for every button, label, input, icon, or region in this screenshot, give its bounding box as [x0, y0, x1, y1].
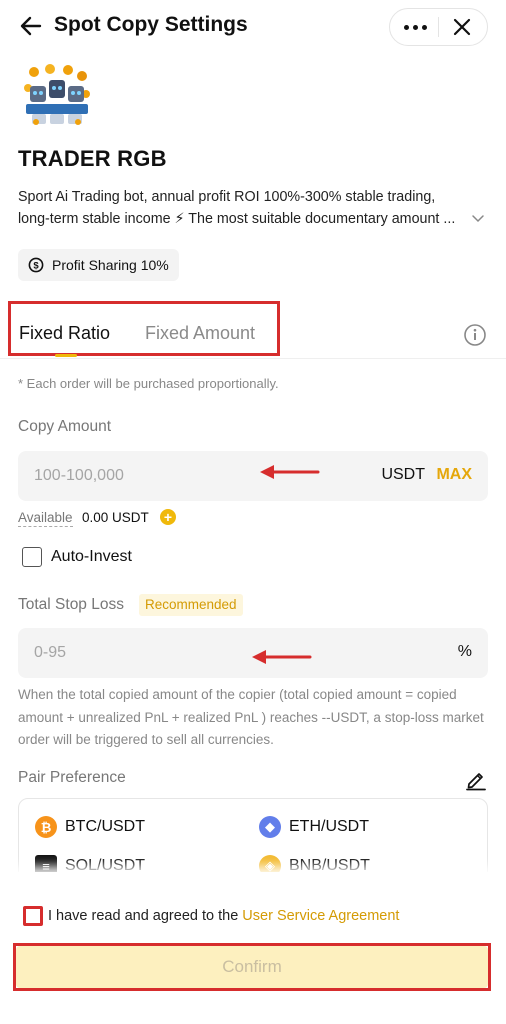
tab-fixed-amount[interactable]: Fixed Amount: [145, 323, 255, 344]
copy-amount-input[interactable]: [34, 451, 284, 501]
trader-description: Sport Ai Trading bot, annual profit ROI …: [18, 189, 456, 227]
svg-text:$: $: [33, 261, 39, 272]
back-arrow-icon[interactable]: [18, 13, 44, 39]
eth-icon: ◆: [259, 816, 281, 838]
agreement-checkbox[interactable]: [23, 906, 43, 926]
trader-name: TRADER RGB: [18, 146, 167, 171]
edit-pencil-icon[interactable]: [464, 767, 488, 791]
stop-loss-unit: %: [457, 643, 472, 660]
user-service-agreement-link[interactable]: User Service Agreement: [242, 908, 399, 924]
copy-amount-label: Copy Amount: [18, 418, 112, 435]
pair-preference-label: Pair Preference: [18, 769, 126, 786]
page-title: Spot Copy Settings: [54, 13, 248, 36]
pair-name: ETH/USDT: [289, 818, 369, 835]
available-balance: 0.00 USDT: [82, 510, 149, 525]
copy-amount-field: USDT MAX: [18, 451, 488, 501]
agreement-label: I have read and agreed to the: [48, 908, 243, 924]
close-icon[interactable]: [449, 14, 475, 40]
annotation-arrow-icon: [252, 650, 312, 664]
tab-fixed-ratio[interactable]: Fixed Ratio: [19, 323, 110, 344]
stop-loss-description: When the total copied amount of the copi…: [18, 687, 484, 747]
btc-icon: ₿: [35, 816, 57, 838]
available-label: Available: [18, 510, 73, 527]
stop-loss-input[interactable]: [34, 628, 284, 678]
confirm-button[interactable]: Confirm: [16, 946, 488, 988]
info-icon[interactable]: [463, 323, 487, 347]
profit-sharing-label: Profit Sharing 10%: [52, 257, 169, 273]
trader-avatar: [22, 62, 92, 128]
annotation-arrow-icon: [260, 465, 320, 479]
auto-invest-checkbox[interactable]: [22, 547, 42, 567]
add-funds-icon[interactable]: +: [160, 509, 176, 525]
pair-item-eth: ◆ ETH/USDT: [259, 816, 369, 838]
auto-invest-label: Auto-Invest: [51, 548, 132, 565]
pair-name: BTC/USDT: [65, 818, 145, 835]
agreement-text: I have read and agreed to the User Servi…: [48, 908, 399, 924]
chevron-down-icon[interactable]: [471, 212, 485, 226]
proportional-note: * Each order will be purchased proportio…: [18, 376, 279, 391]
active-tab-indicator: [55, 354, 77, 357]
copy-amount-unit: USDT: [381, 466, 425, 483]
max-button[interactable]: MAX: [436, 466, 472, 484]
header-bar: Spot Copy Settings: [0, 0, 506, 54]
tabs-divider: [0, 358, 506, 359]
more-options-icon[interactable]: [401, 13, 429, 41]
total-stop-loss-label: Total Stop Loss: [18, 596, 124, 613]
dollar-gear-icon: $: [28, 257, 44, 273]
recommended-badge: Recommended: [139, 594, 243, 616]
pill-divider: [438, 17, 439, 37]
pair-item-btc: ₿ BTC/USDT: [35, 816, 145, 838]
profit-sharing-badge: $ Profit Sharing 10%: [18, 249, 179, 281]
